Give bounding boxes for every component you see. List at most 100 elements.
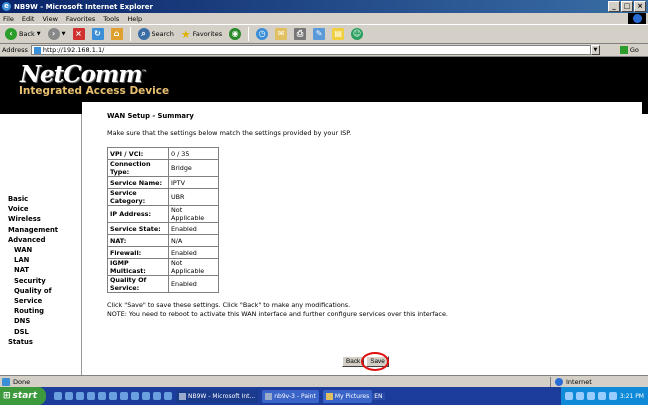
- maximize-button[interactable]: □: [621, 1, 633, 12]
- sidebar-item-voice[interactable]: Voice: [0, 204, 81, 214]
- tray-icon[interactable]: [608, 392, 617, 400]
- start-label: start: [12, 391, 38, 401]
- messenger-button[interactable]: ☺: [349, 26, 365, 42]
- menu-edit[interactable]: Edit: [22, 15, 35, 23]
- search-label: Search: [151, 30, 174, 38]
- clock[interactable]: 3:21 PM: [620, 393, 644, 400]
- go-arrow-icon: [619, 46, 628, 54]
- window-title: NB9W - Microsoft Internet Explorer: [14, 2, 153, 11]
- sidebar-item-lan[interactable]: LAN: [0, 255, 81, 265]
- row-value: Bridge: [168, 159, 219, 178]
- sidebar-item-nat[interactable]: NAT: [0, 265, 81, 275]
- row-value: UBR: [168, 188, 219, 207]
- quick-launch-icon[interactable]: [131, 392, 139, 400]
- menu-file[interactable]: File: [3, 15, 14, 23]
- address-url: http://192.168.1.1/: [42, 46, 105, 54]
- quick-launch-icon[interactable]: [142, 392, 150, 400]
- summary-table: VPI / VCI: 0 / 35 Connection Type: Bridge …: [107, 146, 219, 294]
- row-value: IPTV: [168, 176, 219, 190]
- tray-icon[interactable]: [564, 392, 573, 400]
- media-button[interactable]: ◉: [227, 26, 243, 42]
- quick-launch-icon[interactable]: [54, 392, 62, 400]
- ie-icon: [179, 392, 186, 400]
- stop-button[interactable]: ×: [71, 26, 87, 42]
- refresh-button[interactable]: ↻: [90, 26, 106, 42]
- task-label: My Pictures: [334, 392, 370, 400]
- go-button[interactable]: Go: [619, 46, 639, 54]
- home-button[interactable]: ⌂: [109, 26, 125, 42]
- quick-launch-icon[interactable]: [164, 392, 172, 400]
- sidebar-item-wireless[interactable]: Wireless: [0, 214, 81, 224]
- page-done-icon: [2, 377, 10, 386]
- row-value: Enabled: [168, 222, 219, 236]
- minimize-button[interactable]: _: [608, 1, 620, 12]
- task-label: nb9v-3 - Paint: [274, 392, 316, 400]
- sidebar-item-management[interactable]: Management: [0, 225, 81, 235]
- sidebar-item-dsl[interactable]: DSL: [0, 327, 81, 337]
- row-value: Enabled: [168, 275, 219, 294]
- forward-button[interactable]: › ▼: [46, 26, 68, 42]
- search-icon: ⌕: [137, 28, 150, 40]
- sidebar-item-security[interactable]: Security: [0, 276, 81, 286]
- reboot-note: NOTE: You need to reboot to activate thi…: [107, 309, 448, 318]
- discuss-icon: ▤: [332, 28, 345, 40]
- quick-launch-icon[interactable]: [87, 392, 95, 400]
- favorites-button[interactable]: ★ Favorites: [179, 26, 224, 42]
- table-row: VPI / VCI: 0 / 35: [107, 146, 219, 161]
- history-button[interactable]: ◷: [254, 26, 270, 42]
- tray-icon[interactable]: [586, 392, 595, 400]
- task-paint[interactable]: nb9v-3 - Paint: [262, 389, 319, 403]
- back-button[interactable]: ‹ Back ▼: [3, 26, 43, 42]
- toolbar: ‹ Back ▼ › ▼ × ↻ ⌂ ⌕ Search ★ Favorites …: [0, 24, 648, 44]
- quick-launch-icon[interactable]: [65, 392, 73, 400]
- menu-view[interactable]: View: [42, 15, 57, 23]
- forward-arrow-icon: ›: [47, 28, 60, 40]
- go-label: Go: [629, 46, 639, 54]
- row-key: Service Name:: [107, 176, 169, 190]
- address-input[interactable]: http://192.168.1.1/: [30, 45, 591, 55]
- refresh-icon: ↻: [91, 28, 104, 40]
- sidebar-item-basic[interactable]: Basic: [0, 194, 81, 204]
- address-dropdown-button[interactable]: ▼: [590, 45, 600, 55]
- netcomm-logo: NetComm™: [20, 61, 147, 88]
- task-ie[interactable]: NB9W - Microsoft Int...: [176, 389, 259, 403]
- sidebar-item-dns[interactable]: DNS: [0, 316, 81, 326]
- quick-launch-icon[interactable]: [98, 392, 106, 400]
- menu-tools[interactable]: Tools: [103, 15, 119, 23]
- star-icon: ★: [180, 27, 191, 41]
- language-indicator[interactable]: EN: [372, 392, 385, 400]
- table-row: Service Category: UBR: [107, 188, 219, 207]
- sidebar-item-wan[interactable]: WAN: [0, 245, 81, 255]
- mail-button[interactable]: ✉: [273, 26, 289, 42]
- quick-launch-icon[interactable]: [76, 392, 84, 400]
- sidebar-item-advanced[interactable]: Advanced: [0, 235, 81, 245]
- print-button[interactable]: ⎙: [292, 26, 308, 42]
- start-button[interactable]: ⊞ start: [0, 387, 46, 405]
- menu-help[interactable]: Help: [127, 15, 142, 23]
- save-instruction: Click "Save" to save these settings. Cli…: [107, 301, 351, 310]
- toolbar-separator: [129, 27, 131, 41]
- table-row: Quality Of Service: Enabled: [107, 275, 219, 294]
- edit-button[interactable]: ✎: [311, 26, 327, 42]
- address-bar: Address http://192.168.1.1/ ▼ Go: [0, 44, 648, 57]
- quick-launch: [54, 392, 172, 400]
- tray-icon[interactable]: [597, 392, 606, 400]
- task-my-pictures[interactable]: My Pictures: [322, 389, 373, 403]
- stop-icon: ×: [72, 28, 85, 40]
- close-button[interactable]: ×: [634, 1, 646, 12]
- menu-bar: File Edit View Favorites Tools Help: [0, 13, 648, 24]
- menu-favorites[interactable]: Favorites: [66, 15, 95, 23]
- quick-launch-icon[interactable]: [120, 392, 128, 400]
- quick-launch-icon[interactable]: [153, 392, 161, 400]
- quick-launch-icon[interactable]: [109, 392, 117, 400]
- search-button[interactable]: ⌕ Search: [136, 26, 176, 42]
- tray-icon[interactable]: [575, 392, 584, 400]
- discuss-button[interactable]: ▤: [330, 26, 346, 42]
- edit-icon: ✎: [313, 28, 326, 40]
- page-viewport: NetComm™ Integrated Access Device Basic …: [0, 57, 648, 375]
- sidebar-item-routing[interactable]: Routing: [0, 306, 81, 316]
- title-bar: e NB9W - Microsoft Internet Explorer _ □…: [0, 0, 648, 13]
- sidebar-item-qos[interactable]: Quality of Service: [0, 286, 81, 306]
- row-value: Not Applicable: [168, 205, 219, 224]
- sidebar-item-status[interactable]: Status: [0, 337, 81, 347]
